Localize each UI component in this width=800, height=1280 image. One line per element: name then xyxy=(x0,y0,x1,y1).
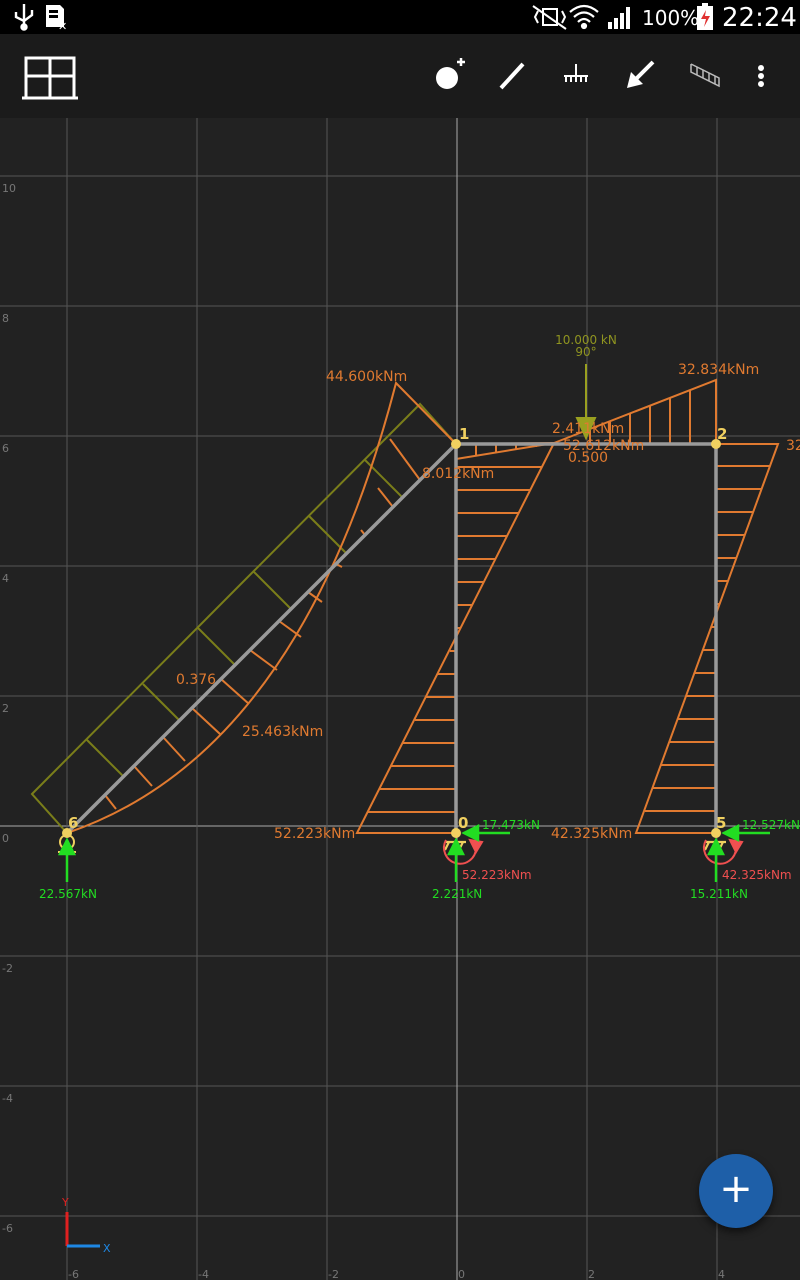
reaction-label-node5-h: 12.527kN xyxy=(742,818,800,832)
moment-label-col2-top: 32 xyxy=(786,438,800,454)
reaction-label-node6-v: 22.567kN xyxy=(39,887,97,901)
moment-label-col0-base: 52.223kNm xyxy=(274,826,355,842)
toolbar xyxy=(0,34,800,118)
node-label-0: 0 xyxy=(458,814,468,832)
grid-label-x: -6 xyxy=(68,1268,79,1280)
moment-label-node2: 32.834kNm xyxy=(678,362,759,378)
battery-charging-icon xyxy=(697,3,713,30)
grid-label-x: -4 xyxy=(198,1268,209,1280)
axis-y-label: Y xyxy=(61,1196,69,1209)
reaction-label-node0-v: 2.221kN xyxy=(432,887,482,901)
add-node-icon[interactable] xyxy=(421,48,477,104)
add-support-icon[interactable] xyxy=(549,48,605,104)
node-label-1: 1 xyxy=(459,425,469,443)
moment-label-left-mid: 25.463kNm xyxy=(242,724,323,740)
reaction-label-node0-h: 17.473kN xyxy=(482,818,540,832)
grid-label-y: 0 xyxy=(2,832,9,845)
node-label-6: 6 xyxy=(68,814,78,832)
node-label-2: 2 xyxy=(717,425,727,443)
moment-label-left-ratio: 0.376 xyxy=(176,672,216,688)
add-member-icon[interactable] xyxy=(485,48,541,104)
grid-label-x: -2 xyxy=(328,1268,339,1280)
grid-label-y: -2 xyxy=(2,962,13,975)
status-bar: ✕ 100% 22:24 xyxy=(0,0,800,34)
signal-icon xyxy=(608,7,630,29)
moment-label-beam-small: 2.411kNm xyxy=(552,421,624,437)
grid-label-y: 2 xyxy=(2,702,9,715)
wifi-icon xyxy=(569,4,599,30)
grid-label-y: 4 xyxy=(2,572,9,585)
grid-label-y: -4 xyxy=(2,1092,13,1105)
structure-canvas[interactable]: 121086420-2-4-6-6-4-2024 xyxy=(0,34,800,1280)
moment-label-node1: 8.012kNm xyxy=(422,466,494,482)
reaction-label-node5-v: 15.211kN xyxy=(690,887,748,901)
more-vert-icon[interactable] xyxy=(733,48,789,104)
moment-label-col2-base: 42.325kNm xyxy=(551,826,632,842)
add-fab-button[interactable]: + xyxy=(699,1154,773,1228)
add-load-icon[interactable] xyxy=(613,48,669,104)
clock: 22:24 xyxy=(722,3,797,33)
axis-x-label: X xyxy=(103,1242,111,1255)
frame-structure-icon[interactable] xyxy=(22,52,78,108)
point-load-angle: 90° xyxy=(575,345,596,359)
sim-card-icon: ✕ xyxy=(46,5,67,33)
grid-label-x: 4 xyxy=(718,1268,725,1280)
distributed-load-icon[interactable] xyxy=(677,48,733,104)
vibrate-icon xyxy=(532,5,567,30)
reaction-label-node5-m: 42.325kNm xyxy=(722,868,792,882)
moment-label-beam-ratio: 0.500 xyxy=(568,450,608,466)
moment-label-left-peak: 44.600kNm xyxy=(326,369,407,385)
node-label-5: 5 xyxy=(716,814,726,832)
svg-text:✕: ✕ xyxy=(58,20,67,33)
grid-label-y: 8 xyxy=(2,312,9,325)
battery-percent: 100% xyxy=(642,6,699,30)
grid-label-y: -6 xyxy=(2,1222,13,1235)
grid-label-y: 10 xyxy=(2,182,16,195)
grid-label-x: 0 xyxy=(458,1268,465,1280)
grid-label-x: 2 xyxy=(588,1268,595,1280)
fab-plus-label: + xyxy=(719,1166,753,1212)
grid-label-y: 6 xyxy=(2,442,9,455)
reaction-label-node0-m: 52.223kNm xyxy=(462,868,532,882)
usb-icon xyxy=(14,4,34,31)
